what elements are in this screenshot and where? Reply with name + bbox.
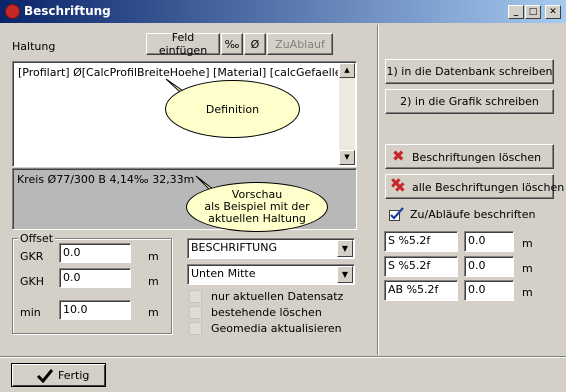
beschriftungen-loeschen-button[interactable]: ✖ Beschriftungen löschen xyxy=(385,144,554,169)
delete-icon: ✖ xyxy=(392,147,405,165)
nur-aktuellen-checkbox[interactable] xyxy=(189,290,202,303)
bestehende-loeschen-label: bestehende löschen xyxy=(211,306,322,319)
gkr-input[interactable]: 0.0 xyxy=(59,243,131,263)
zuablauf-format-1[interactable]: S %5.2f xyxy=(384,231,458,252)
min-unit: m xyxy=(148,306,159,319)
bestehende-loeschen-checkbox[interactable] xyxy=(189,306,202,319)
position-select[interactable]: Unten Mitte ▼ xyxy=(187,264,355,285)
panel-divider xyxy=(377,25,379,355)
preview-callout: Vorschau als Beispiel mit der aktuellen … xyxy=(186,182,328,232)
promille-button[interactable]: ‰ xyxy=(221,33,243,55)
fertig-button[interactable]: Fertig xyxy=(11,363,106,387)
scroll-up-button[interactable]: ▲ xyxy=(339,63,355,78)
checkmark-icon[interactable] xyxy=(389,207,405,221)
zuablauf-label: Zu/Abläufe beschriften xyxy=(410,208,536,221)
min-label: min xyxy=(20,306,41,319)
fertig-label: Fertig xyxy=(58,369,90,382)
preview-text: Kreis Ø77/300 B 4,14‰ 32,33m xyxy=(17,173,195,186)
layer-select-value: BESCHRIFTUNG xyxy=(191,241,277,254)
delete-all-icon: ✖ ✖ xyxy=(390,176,406,196)
gkh-unit: m xyxy=(148,275,159,288)
position-dropdown-button[interactable]: ▼ xyxy=(337,266,353,283)
zuablauf-unit-1: m xyxy=(522,237,533,250)
definition-scrollbar[interactable]: ▲ ▼ xyxy=(339,63,355,165)
grafik-schreiben-button[interactable]: 2) in die Grafik schreiben xyxy=(385,89,554,114)
zuablauf-value-3[interactable]: 0.0 xyxy=(464,280,514,301)
min-input[interactable]: 10.0 xyxy=(59,300,131,320)
nur-aktuellen-label: nur aktuellen Datensatz xyxy=(211,290,344,303)
layer-dropdown-button[interactable]: ▼ xyxy=(337,240,353,257)
beschriftungen-loeschen-label: Beschriftungen löschen xyxy=(412,151,542,164)
bottom-divider xyxy=(0,356,566,358)
close-button[interactable]: ✕ xyxy=(545,5,561,19)
geomedia-label: Geomedia aktualisieren xyxy=(211,322,342,335)
offset-legend: Offset xyxy=(18,232,56,245)
durchmesser-button[interactable]: Ø xyxy=(244,33,266,55)
zuablauf-format-2[interactable]: S %5.2f xyxy=(384,256,458,277)
geomedia-checkbox[interactable] xyxy=(189,322,202,335)
zuablauf-value-2[interactable]: 0.0 xyxy=(464,256,514,277)
maximize-button[interactable]: □ xyxy=(525,5,541,19)
haltung-label: Haltung xyxy=(12,40,56,53)
gkr-label: GKR xyxy=(20,250,44,263)
zuablauf-value-1[interactable]: 0.0 xyxy=(464,231,514,252)
position-select-value: Unten Mitte xyxy=(191,267,256,280)
zuablauf-unit-3: m xyxy=(522,286,533,299)
gkh-label: GKH xyxy=(20,275,45,288)
checkmark-icon xyxy=(36,369,54,383)
scroll-down-button[interactable]: ▼ xyxy=(339,150,355,165)
gkr-unit: m xyxy=(148,250,159,263)
datenbank-schreiben-button[interactable]: 1) in die Datenbank schreiben xyxy=(385,59,554,84)
feld-einfuegen-button[interactable]: Feld einfügen xyxy=(146,31,220,57)
zuablauf-button[interactable]: ZuAblauf xyxy=(267,33,333,55)
alle-beschriftungen-loeschen-label: alle Beschriftungen löschen xyxy=(412,181,565,194)
zuablauf-unit-2: m xyxy=(522,262,533,275)
definition-callout: Definition xyxy=(165,80,300,138)
layer-select[interactable]: BESCHRIFTUNG ▼ xyxy=(187,238,355,259)
window-title: Beschriftung xyxy=(24,4,111,18)
minimize-button[interactable]: _ xyxy=(508,5,524,19)
app-icon xyxy=(5,4,20,19)
gkh-input[interactable]: 0.0 xyxy=(59,268,131,288)
zuablauf-format-3[interactable]: AB %5.2f xyxy=(384,280,458,301)
alle-beschriftungen-loeschen-button[interactable]: ✖ ✖ alle Beschriftungen löschen xyxy=(385,174,564,199)
